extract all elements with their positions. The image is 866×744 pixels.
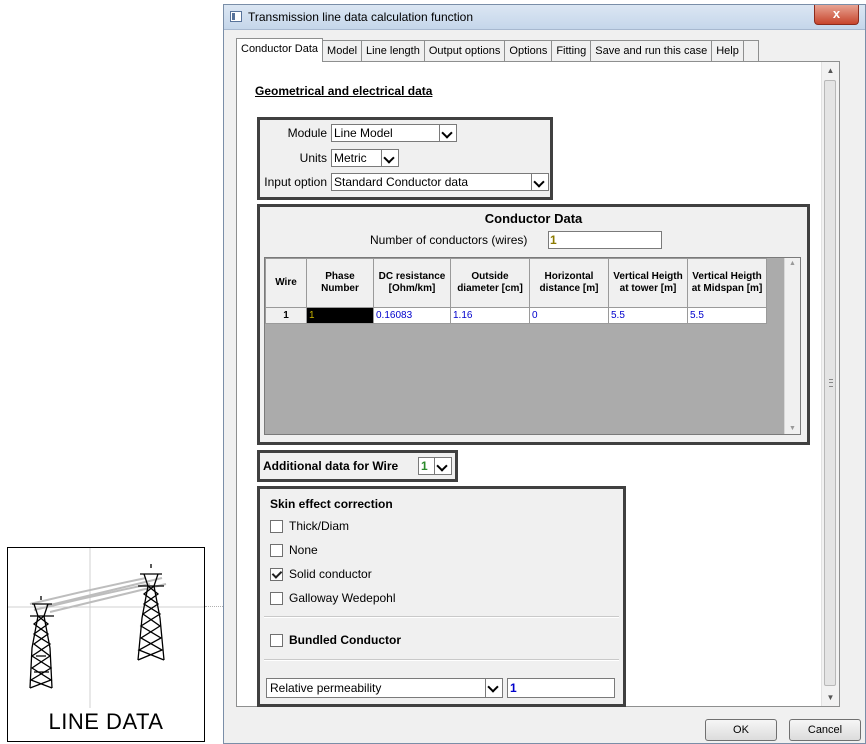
transmission-towers-icon (8, 548, 204, 708)
dc-resistance-cell[interactable]: 0.16083 (373, 307, 451, 324)
wire-cell[interactable]: 1 (265, 307, 307, 324)
checkbox-label: None (289, 543, 318, 557)
checkbox-checked[interactable] (270, 567, 283, 581)
checkbox-box[interactable] (270, 591, 283, 605)
skin-effect-title: Skin effect correction (270, 497, 393, 511)
col-dc-resistance: DC resistance [Ohm/km] (373, 258, 451, 308)
col-horizontal-distance: Horizontal distance [m] (529, 258, 609, 308)
title-bar[interactable]: Transmission line data calculation funct… (224, 5, 865, 30)
checkbox-label: Thick/Diam (289, 519, 350, 533)
tab-conductor-data[interactable]: Conductor Data (236, 38, 324, 62)
col-outside-diameter: Outside diameter [cm] (450, 258, 530, 308)
table-scrollbar[interactable]: ▲ ▼ (784, 258, 800, 434)
chevron-down-icon[interactable] (434, 458, 451, 474)
settings-box: Module Line Model Units Metric Input opt… (257, 117, 553, 200)
table-row[interactable]: 1 1 0.16083 1.16 0 5.5 5.5 (265, 307, 767, 324)
ok-button[interactable]: OK (705, 719, 777, 741)
connection-guide (205, 606, 223, 607)
skin-effect-box: Skin effect correction Thick/Diam None S… (257, 486, 626, 707)
line-data-dialog: Transmission line data calculation funct… (223, 4, 866, 744)
divider (264, 659, 619, 661)
checkbox-bundled-conductor[interactable]: Bundled Conductor (270, 633, 401, 647)
col-vertical-tower: Vertical Heigth at tower [m] (608, 258, 688, 308)
checkbox-label: Solid conductor (289, 567, 372, 581)
vertical-tower-cell[interactable]: 5.5 (608, 307, 688, 324)
tab-save-and-run[interactable]: Save and run this case (590, 40, 713, 62)
module-label: Module (287, 126, 327, 140)
outside-diameter-cell[interactable]: 1.16 (450, 307, 530, 324)
tab-line-length[interactable]: Line length (361, 40, 425, 62)
phase-cell[interactable]: 1 (306, 307, 374, 324)
permeability-select[interactable]: Relative permeability (266, 678, 503, 698)
window-title: Transmission line data calculation funct… (248, 10, 474, 24)
tab-help[interactable]: Help (711, 40, 744, 62)
wire-select-value: 1 (421, 459, 428, 473)
checkbox-box[interactable] (270, 519, 283, 533)
window-app-icon (230, 11, 242, 22)
scroll-down-icon[interactable]: ▼ (785, 425, 800, 432)
vertical-midspan-cell[interactable]: 5.5 (687, 307, 767, 324)
scroll-up-icon[interactable]: ▲ (785, 260, 800, 267)
num-conductors-input[interactable]: 1 (548, 231, 662, 249)
bundled-label: Bundled Conductor (289, 633, 401, 647)
col-wire: Wire (265, 258, 307, 308)
col-vertical-midspan: Vertical Heigth at Midspan [m] (687, 258, 767, 308)
close-button[interactable]: x (814, 5, 859, 25)
input-option-value: Standard Conductor data (334, 175, 469, 189)
divider (264, 616, 619, 618)
checkbox-label: Galloway Wedepohl (289, 591, 396, 605)
module-select[interactable]: Line Model (331, 124, 457, 142)
additional-data-box: Additional data for Wire 1 (257, 450, 458, 482)
line-data-component-icon[interactable]: LINE DATA (7, 547, 205, 742)
units-select[interactable]: Metric (331, 149, 399, 167)
chevron-down-icon[interactable] (485, 679, 502, 697)
line-data-label: LINE DATA (48, 709, 164, 734)
units-value: Metric (334, 151, 367, 165)
tab-model[interactable]: Model (322, 40, 363, 62)
grip-icon (829, 379, 833, 387)
section-title: Geometrical and electrical data (255, 84, 433, 98)
scrollbar-thumb[interactable] (824, 80, 836, 686)
panel-scrollbar[interactable]: ▲ ▼ (821, 62, 839, 706)
checkbox-thick-diam[interactable]: Thick/Diam (270, 519, 349, 533)
wire-select[interactable]: 1 (418, 457, 452, 475)
input-option-label: Input option (264, 175, 327, 189)
tab-options[interactable]: Options (504, 40, 553, 62)
num-conductors-label: Number of conductors (wires) (370, 233, 528, 247)
tab-fitting[interactable]: Fitting (551, 40, 592, 62)
input-option-select[interactable]: Standard Conductor data (331, 173, 549, 191)
scroll-down-icon[interactable]: ▼ (822, 689, 839, 706)
conductor-data-panel: Geometrical and electrical data Module L… (236, 61, 840, 707)
conductor-data-title: Conductor Data (484, 211, 583, 226)
tab-spacer (742, 40, 759, 62)
chevron-down-icon[interactable] (439, 125, 456, 141)
scroll-up-icon[interactable]: ▲ (822, 62, 839, 79)
conductor-table[interactable]: Wire Phase Number DC resistance [Ohm/km]… (264, 257, 801, 435)
chevron-down-icon[interactable] (531, 174, 548, 190)
col-phase-number: Phase Number (306, 258, 374, 308)
additional-data-label: Additional data for Wire (263, 459, 399, 473)
module-value: Line Model (334, 126, 393, 140)
checkbox-solid-conductor[interactable]: Solid conductor (270, 567, 372, 581)
checkbox-box[interactable] (270, 633, 283, 647)
permeability-input[interactable]: 1 (507, 678, 615, 698)
checkbox-box[interactable] (270, 543, 283, 557)
conductor-data-box: Conductor Data Number of conductors (wir… (257, 204, 810, 445)
units-label: Units (299, 151, 327, 165)
checkbox-none[interactable]: None (270, 543, 318, 557)
permeability-option: Relative permeability (270, 681, 382, 695)
cancel-button[interactable]: Cancel (789, 719, 861, 741)
checkbox-galloway-wedepohl[interactable]: Galloway Wedepohl (270, 591, 396, 605)
tab-bar: Conductor Data Model Line length Output … (236, 38, 759, 62)
chevron-down-icon[interactable] (381, 150, 398, 166)
tab-output-options[interactable]: Output options (423, 40, 506, 62)
horizontal-distance-cell[interactable]: 0 (529, 307, 609, 324)
